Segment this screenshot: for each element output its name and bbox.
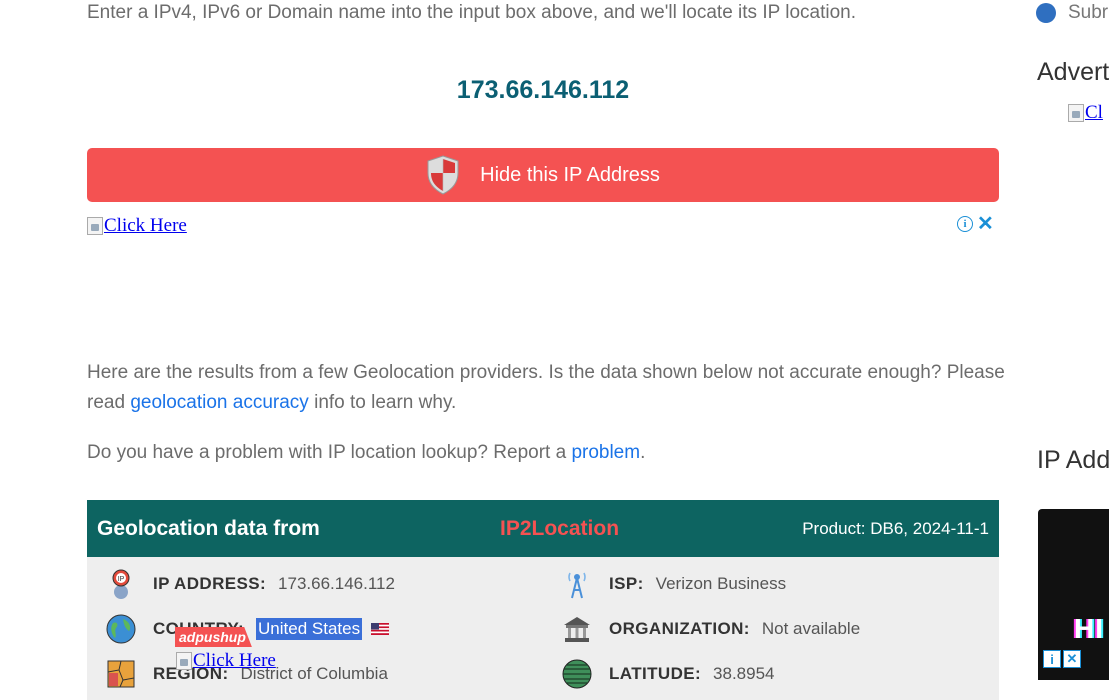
sidebar-ad-info-icon[interactable]: i (1043, 650, 1061, 668)
ip-address-row: IP IP ADDRESS: 173.66.146.112 (105, 568, 395, 600)
country-value: United States (256, 618, 363, 640)
ad-controls: i ✕ (957, 214, 994, 234)
sidebar-ad-link[interactable]: Cl (1068, 102, 1103, 124)
report-problem-paragraph: Do you have a problem with IP location l… (87, 442, 646, 463)
sidebar-ad-controls: i ✕ (1043, 650, 1081, 668)
ip-pin-icon: IP (105, 568, 137, 600)
isp-value: Verizon Business (655, 574, 787, 593)
antenna-icon (561, 568, 593, 600)
ad-link-overlay-text: Click Here (193, 650, 276, 671)
broken-image-icon (87, 217, 103, 235)
organization-value: Not available (761, 619, 861, 638)
subscribe-icon (1036, 3, 1056, 23)
adpushup-badge[interactable]: adpushup (175, 627, 252, 647)
us-flag-icon (371, 623, 390, 635)
hide-ip-button[interactable]: Hide this IP Address (87, 148, 999, 202)
ad-link-top[interactable]: Click Here (87, 215, 187, 237)
sidebar-subscribe[interactable]: Subr (1036, 2, 1108, 24)
ip-address-display: 173.66.146.112 (456, 76, 630, 104)
hide-ip-button-label: Hide this IP Address (480, 163, 660, 186)
isp-row: ISP: Verizon Business (561, 568, 786, 600)
geolocation-accuracy-link[interactable]: geolocation accuracy (130, 392, 309, 413)
broken-image-icon (176, 652, 192, 670)
sidebar-advert-heading: Advert (1037, 58, 1109, 86)
ad-info-icon[interactable]: i (957, 216, 973, 232)
shield-icon (427, 155, 459, 195)
organization-row: ORGANIZATION: Not available (561, 613, 860, 645)
globe-icon (105, 613, 137, 645)
broken-image-icon (1068, 104, 1084, 122)
intro-text: Enter a IPv4, IPv6 or Domain name into t… (87, 2, 856, 23)
problem-link[interactable]: problem (571, 442, 640, 463)
ad-link-overlay[interactable]: Click Here (176, 650, 276, 672)
provider-brand: IP2Location (500, 516, 620, 540)
sidebar-ad-close-icon[interactable]: ✕ (1063, 650, 1081, 668)
svg-text:IP: IP (118, 576, 125, 583)
product-version: Product: DB6, 2024-11-1 (802, 518, 989, 538)
latitude-row: LATITUDE: 38.8954 (561, 658, 775, 690)
ip-address-value: 173.66.146.112 (278, 574, 395, 593)
sidebar-ip-heading: IP Add (1037, 446, 1109, 474)
geolocation-header-title: Geolocation data from (97, 516, 320, 540)
geolocation-header: Geolocation data from IP2Location Produc… (87, 500, 999, 557)
ad-link-text: Click Here (104, 215, 187, 236)
sidebar-dark-ad-text: HI (1074, 613, 1104, 644)
latitude-value: 38.8954 (713, 664, 775, 683)
providers-paragraph: Here are the results from a few Geolocat… (87, 362, 1005, 413)
building-icon (561, 613, 593, 645)
map-icon (105, 658, 137, 690)
latitude-globe-icon (561, 658, 593, 690)
ad-close-icon[interactable]: ✕ (977, 214, 994, 234)
